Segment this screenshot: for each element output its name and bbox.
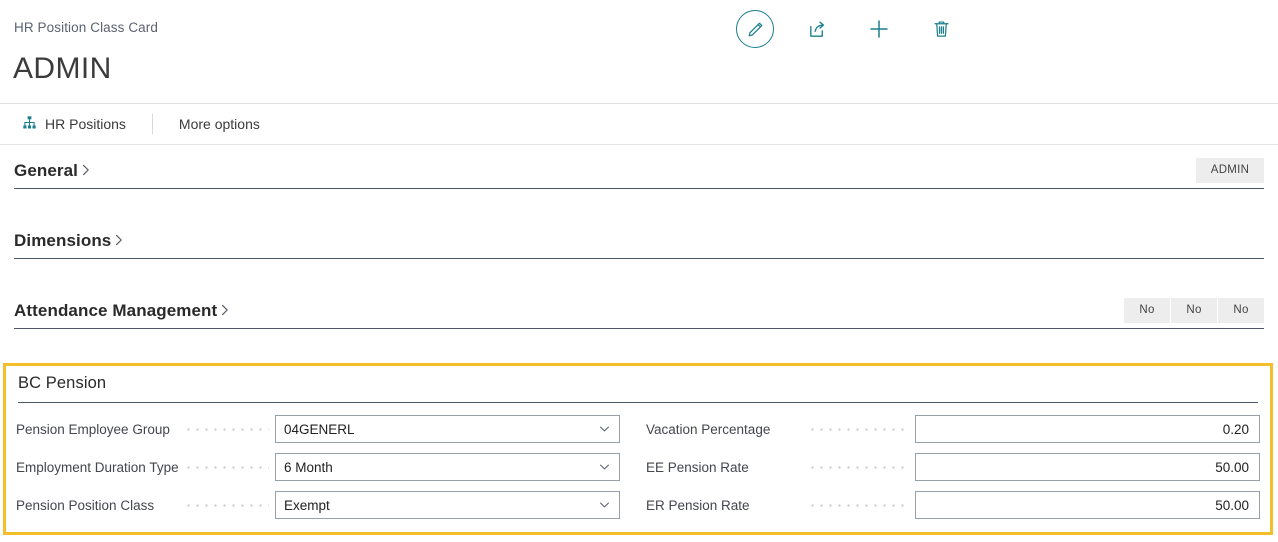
section-general-header[interactable]: General ADMIN [14, 158, 1264, 189]
hr-positions-label: HR Positions [45, 116, 126, 132]
field-vacation-percentage: Vacation Percentage 0.20 [646, 415, 1260, 443]
status-badge: ADMIN [1196, 158, 1264, 183]
status-badge: No [1171, 298, 1217, 323]
section-attendance-badges: No No No [1124, 298, 1264, 323]
field-pension-employee-group: Pension Employee Group 04GENERL [16, 415, 620, 443]
leader-dots [184, 460, 269, 474]
ee-pension-rate-input[interactable]: 50.00 [915, 453, 1260, 481]
section-dimensions: Dimensions [14, 215, 1264, 285]
field-label: Pension Employee Group [16, 421, 170, 437]
pencil-icon [736, 10, 774, 48]
sections-container: General ADMIN Dimensions Attendance Mana… [0, 145, 1278, 355]
chevron-down-icon[interactable] [598, 423, 611, 436]
bc-pension-right-column: Vacation Percentage 0.20 EE Pension Rate… [638, 415, 1260, 519]
field-label: Pension Position Class [16, 497, 155, 513]
chevron-down-icon[interactable] [598, 499, 611, 512]
pension-position-class-dropdown[interactable]: Exempt [275, 491, 620, 519]
leader-dots [808, 460, 909, 474]
field-label: Vacation Percentage [646, 421, 771, 437]
field-value: 50.00 [1215, 459, 1249, 475]
chevron-down-icon[interactable] [598, 461, 611, 474]
page-title: ADMIN [13, 52, 112, 85]
leader-dots [808, 422, 909, 436]
edit-button[interactable] [724, 8, 786, 50]
field-value: 6 Month [284, 459, 333, 475]
bc-pension-left-column: Pension Employee Group 04GENERL Employme… [16, 415, 638, 519]
leader-dots [184, 498, 269, 512]
field-value: 0.20 [1222, 421, 1249, 437]
chevron-right-icon [218, 303, 232, 317]
new-button[interactable] [848, 8, 910, 50]
field-label: ER Pension Rate [646, 497, 750, 513]
bc-pension-fields: Pension Employee Group 04GENERL Employme… [6, 403, 1270, 519]
section-bc-pension: BC Pension Pension Employee Group 04GENE… [3, 363, 1273, 535]
section-general-title[interactable]: General [14, 161, 78, 181]
section-general: General ADMIN [14, 145, 1264, 215]
trash-icon [932, 19, 951, 39]
action-divider [151, 114, 153, 134]
leader-dots [184, 422, 269, 436]
page-toolbar [724, 8, 972, 50]
field-pension-position-class: Pension Position Class Exempt [16, 491, 620, 519]
section-general-badges: ADMIN [1196, 158, 1264, 183]
field-label: Employment Duration Type [16, 459, 179, 475]
field-value: 50.00 [1215, 497, 1249, 513]
hierarchy-icon [22, 115, 37, 133]
field-label: EE Pension Rate [646, 459, 749, 475]
plus-icon [868, 18, 890, 40]
share-icon [807, 19, 828, 40]
page-header: HR Position Class Card ADMIN [0, 0, 1278, 100]
field-er-pension-rate: ER Pension Rate 50.00 [646, 491, 1260, 519]
pension-employee-group-dropdown[interactable]: 04GENERL [275, 415, 620, 443]
more-options-action[interactable]: More options [179, 116, 260, 132]
breadcrumb: HR Position Class Card [14, 20, 158, 35]
field-value: 04GENERL [284, 421, 355, 437]
section-attendance-management: Attendance Management No No No [14, 285, 1264, 355]
section-dimensions-header[interactable]: Dimensions [14, 231, 1264, 259]
chevron-right-icon [79, 163, 93, 177]
delete-button[interactable] [910, 8, 972, 50]
section-attendance-management-header[interactable]: Attendance Management No No No [14, 298, 1264, 329]
field-value: Exempt [284, 497, 330, 513]
section-dimensions-title[interactable]: Dimensions [14, 231, 111, 251]
field-ee-pension-rate: EE Pension Rate 50.00 [646, 453, 1260, 481]
section-attendance-management-title[interactable]: Attendance Management [14, 301, 217, 321]
section-bc-pension-title[interactable]: BC Pension [18, 374, 106, 392]
share-button[interactable] [786, 8, 848, 50]
hr-position-class-card-page: HR Position Class Card ADMIN HR Position… [0, 0, 1278, 542]
action-bar: HR Positions More options [0, 103, 1278, 145]
status-badge: No [1218, 298, 1264, 323]
field-employment-duration-type: Employment Duration Type 6 Month [16, 453, 620, 481]
vacation-percentage-input[interactable]: 0.20 [915, 415, 1260, 443]
status-badge: No [1124, 298, 1170, 323]
chevron-right-icon [112, 233, 126, 247]
hr-positions-action[interactable]: HR Positions [22, 104, 126, 144]
section-bc-pension-header[interactable]: BC Pension [18, 374, 1258, 403]
employment-duration-type-dropdown[interactable]: 6 Month [275, 453, 620, 481]
leader-dots [808, 498, 909, 512]
er-pension-rate-input[interactable]: 50.00 [915, 491, 1260, 519]
